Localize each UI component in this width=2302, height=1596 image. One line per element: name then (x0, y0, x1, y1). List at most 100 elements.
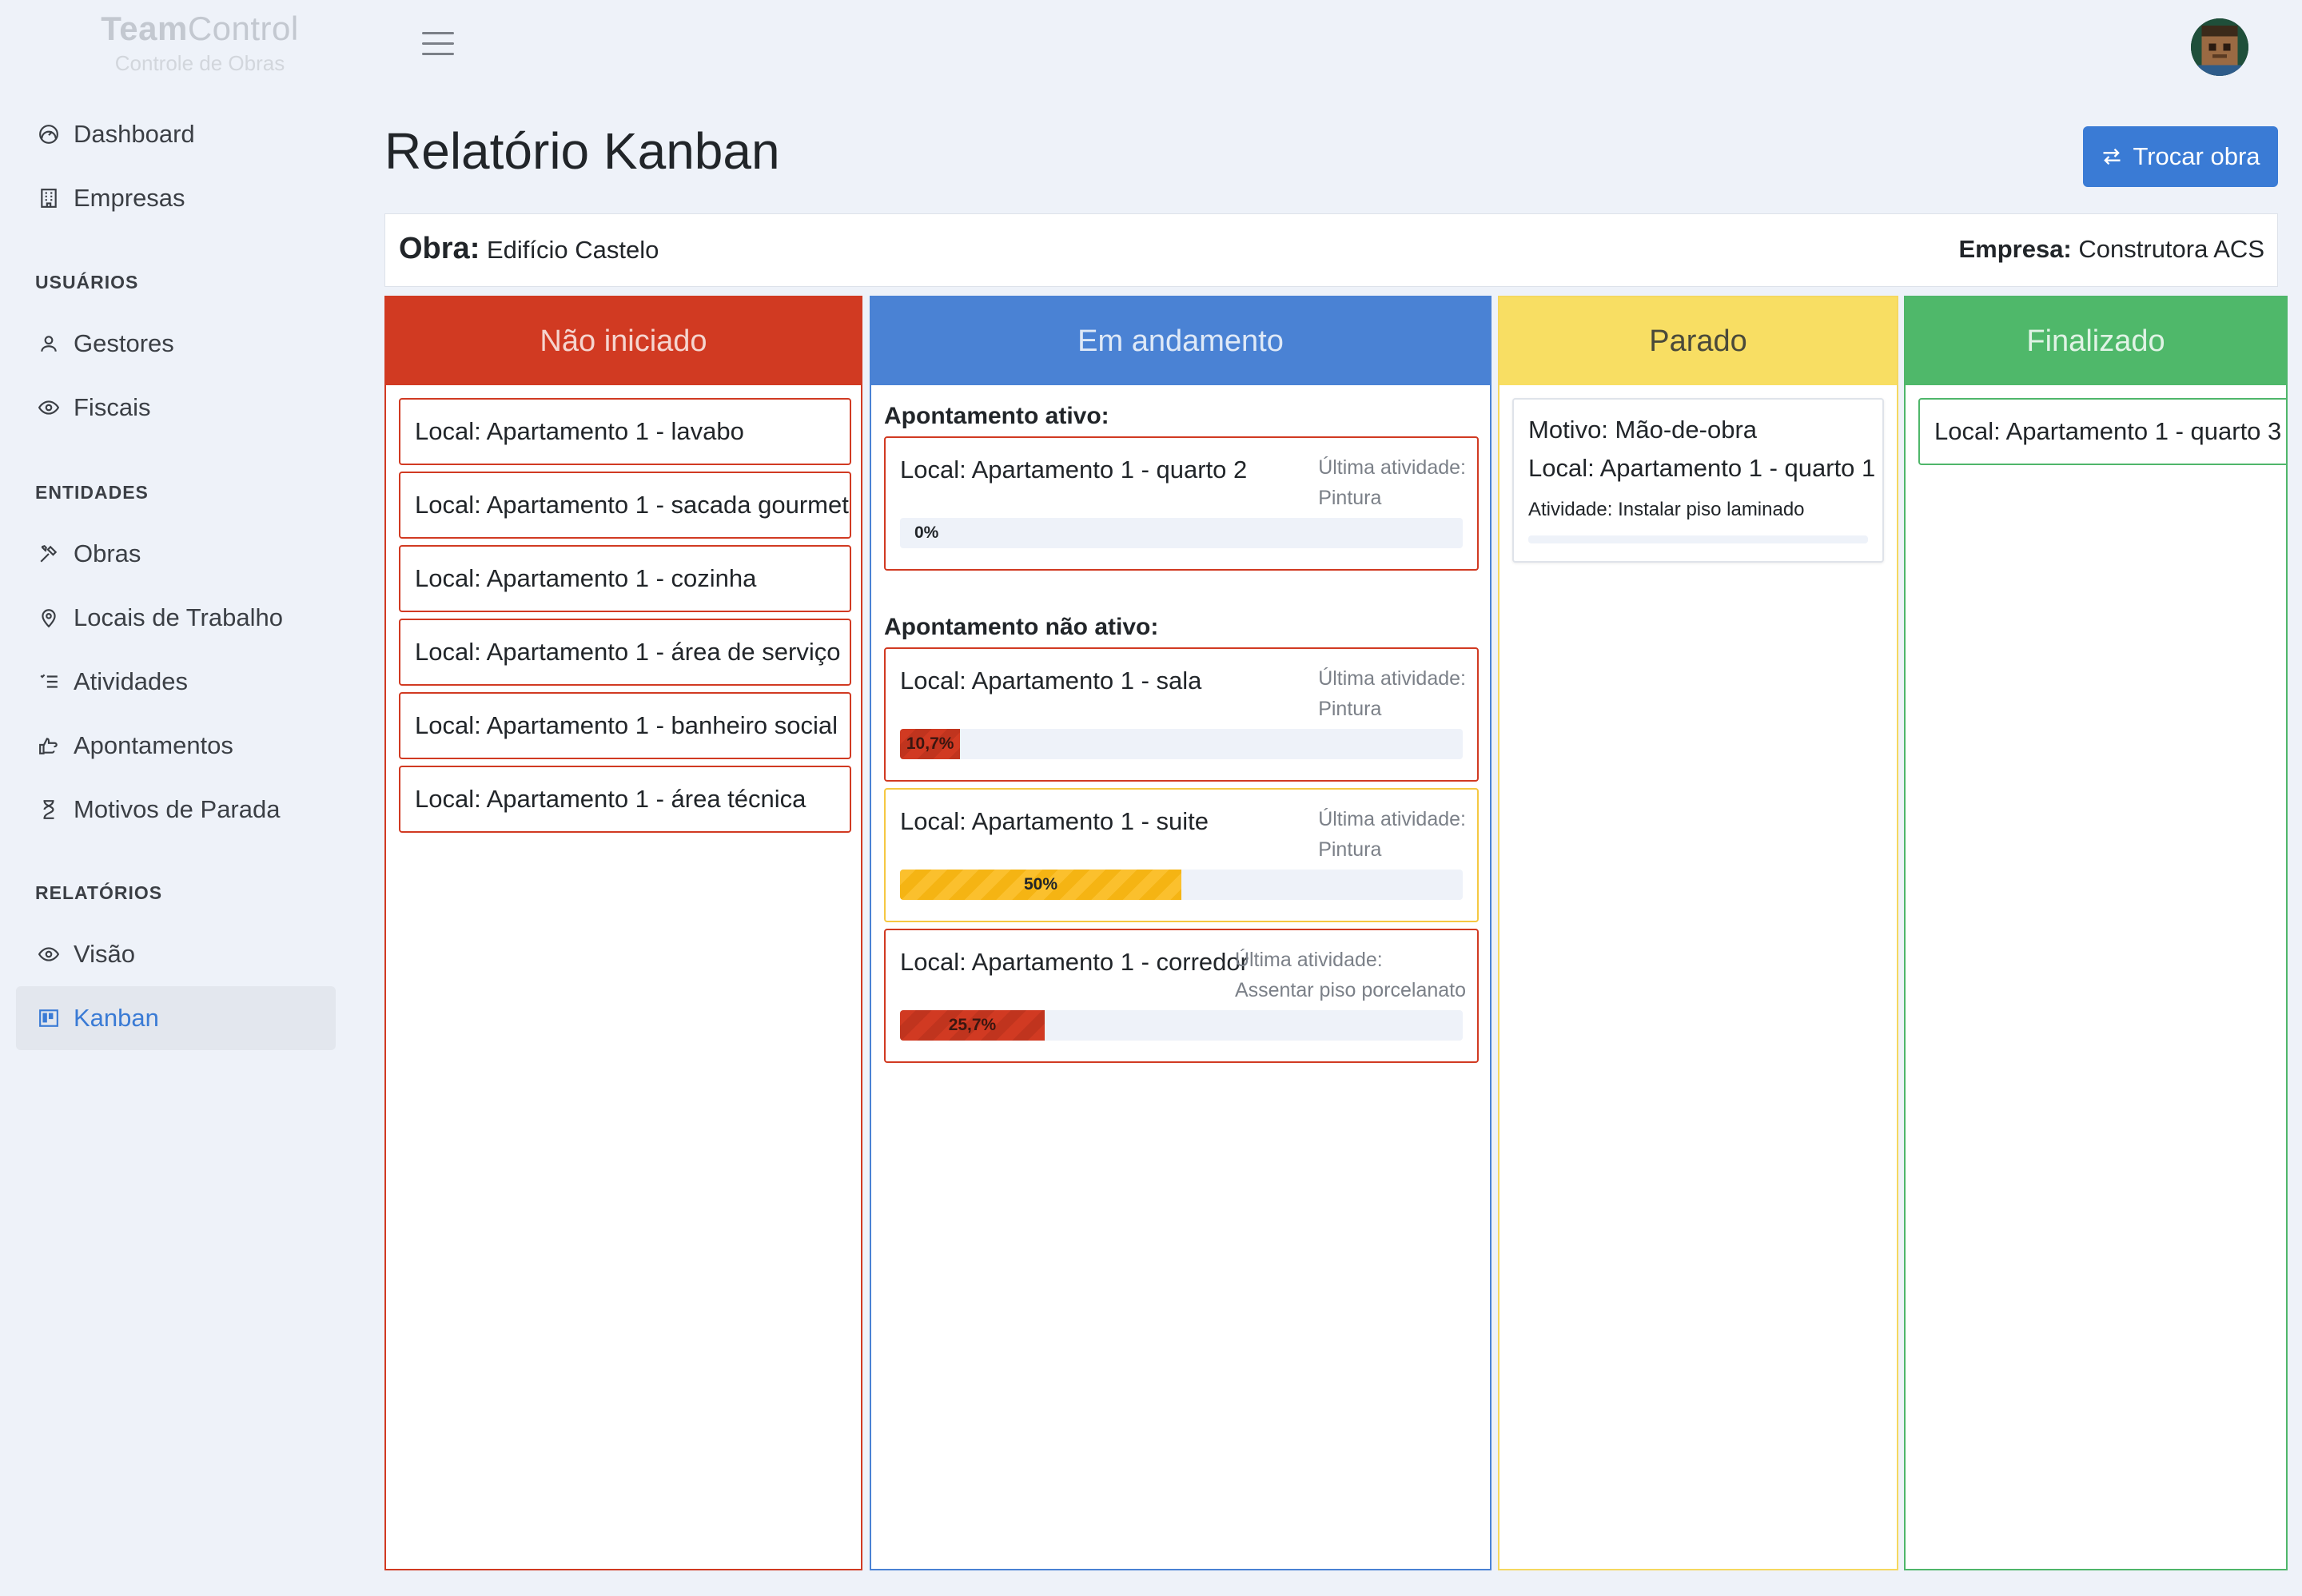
sidebar-item-dashboard[interactable]: Dashboard (16, 102, 336, 166)
sidebar: TeamControl Controle de Obras Dashboard … (0, 0, 352, 1596)
switch-obra-button[interactable]: Trocar obra (2083, 126, 2278, 187)
speedometer-icon (35, 121, 62, 148)
section-header-relatorios: RELATÓRIOS (35, 882, 163, 903)
sidebar-item-visao[interactable]: Visão (16, 922, 336, 986)
list-check-icon (35, 668, 62, 695)
sidebar-item-label: Fiscais (74, 393, 151, 421)
last-activity-value: Assentar piso porcelanato (1234, 979, 1466, 1001)
tools-icon (35, 540, 62, 567)
column-title: Finalizado (1906, 297, 2286, 385)
obra-info-bar: Obra: Edifício Castelo Empresa: Construt… (384, 213, 2278, 287)
swap-arrows-icon (2103, 148, 2121, 165)
progress-fill: 50% (900, 870, 1181, 900)
progress-fill: 10,7% (900, 729, 961, 759)
kanban-card[interactable]: Local: Apartamento 1 - quarto 3 (1918, 398, 2286, 465)
active-section-label: Apontamento ativo: (884, 403, 1109, 429)
progress-bar: 50% (900, 870, 1463, 900)
kanban-card[interactable]: Local: Apartamento 1 - cozinha (399, 545, 851, 612)
kanban-card[interactable]: Local: Apartamento 1 - banheiro social (399, 692, 851, 759)
brand-title: TeamControl (101, 10, 299, 47)
card-activity: Atividade: Instalar piso laminado (1528, 499, 1805, 520)
sidebar-item-gestores[interactable]: Gestores (16, 312, 336, 376)
progress-bar: 25,7% (900, 1010, 1463, 1041)
hand-pointing-icon (35, 732, 62, 759)
last-activity-label: Última atividade: (1318, 456, 1466, 479)
user-avatar[interactable] (2191, 18, 2248, 76)
inactive-section-label: Apontamento não ativo: (884, 614, 1159, 640)
last-activity-value: Pintura (1318, 838, 1382, 861)
kanban-column-em-andamento: Em andamento Apontamento ativo: Local: A… (870, 296, 1492, 1570)
sidebar-item-label: Kanban (74, 1004, 159, 1032)
card-local: Local: Apartamento 1 - suite (900, 807, 1209, 835)
switch-obra-label: Trocar obra (2133, 142, 2260, 170)
obra-info: Obra: Edifício Castelo (399, 232, 659, 266)
section-header-usuarios: USUÁRIOS (35, 272, 139, 293)
progress-bar (1528, 535, 1868, 543)
card-local: Local: Apartamento 1 - quarto 2 (900, 456, 1248, 484)
card-local: Local: Apartamento 1 - quarto 1 (1528, 454, 1876, 482)
map-pin-icon (35, 604, 62, 631)
eye-icon (35, 394, 62, 421)
menu-toggle-icon[interactable] (422, 32, 454, 58)
stopped-card[interactable]: Motivo: Mão-de-obra Local: Apartamento 1… (1512, 398, 1884, 563)
sidebar-item-label: Obras (74, 539, 141, 567)
apontamento-card[interactable]: Local: Apartamento 1 - sala Última ativi… (884, 647, 1479, 782)
last-activity-value: Pintura (1318, 487, 1382, 509)
last-activity: Última atividade: Pintura (1318, 452, 1466, 513)
last-activity: Última atividade: Assentar piso porcelan… (1235, 945, 1466, 1005)
sidebar-item-label: Locais de Trabalho (74, 603, 283, 631)
kanban-column-finalizado: Finalizado Local: Apartamento 1 - quarto… (1904, 296, 2288, 1570)
last-activity-label: Última atividade: (1318, 808, 1466, 830)
apontamento-card[interactable]: Local: Apartamento 1 - corredor Última a… (884, 929, 1479, 1063)
sidebar-item-label: Apontamentos (74, 731, 233, 759)
progress-bar: 0% (900, 518, 1463, 548)
sidebar-item-label: Visão (74, 940, 135, 968)
sidebar-item-label: Empresas (74, 184, 185, 212)
sidebar-item-label: Dashboard (74, 120, 195, 148)
sidebar-item-obras[interactable]: Obras (16, 522, 336, 586)
empresa-label: Empresa: (1958, 235, 2072, 263)
sidebar-item-label: Motivos de Parada (74, 795, 281, 823)
kanban-column-nao-iniciado: Não iniciado Local: Apartamento 1 - lava… (384, 296, 862, 1570)
progress-fill: 25,7% (900, 1010, 1045, 1041)
sidebar-item-empresas[interactable]: Empresas (16, 166, 336, 230)
section-header-entidades: ENTIDADES (35, 482, 149, 503)
sidebar-item-kanban[interactable]: Kanban (16, 986, 336, 1050)
last-activity-value: Pintura (1318, 698, 1382, 720)
column-title: Não iniciado (386, 297, 861, 385)
kanban-icon (35, 1005, 62, 1032)
brand-subtitle: Controle de Obras (114, 51, 285, 75)
empresa-info: Empresa: Construtora ACS (1958, 235, 2264, 264)
stop-reason: Motivo: Mão-de-obra (1528, 416, 1758, 444)
empresa-value: Construtora ACS (2078, 235, 2264, 263)
apontamento-card[interactable]: Local: Apartamento 1 - quarto 2 Última a… (884, 436, 1479, 571)
building-icon (35, 185, 62, 212)
kanban-card[interactable]: Local: Apartamento 1 - sacada gourmet (399, 472, 851, 539)
last-activity: Última atividade: Pintura (1318, 804, 1466, 865)
column-title: Parado (1499, 297, 1897, 385)
kanban-card[interactable]: Local: Apartamento 1 - área de serviço (399, 619, 851, 686)
card-local: Local: Apartamento 1 - corredor (900, 948, 1249, 976)
sidebar-item-locais[interactable]: Locais de Trabalho (16, 586, 336, 650)
column-title: Em andamento (871, 297, 1490, 385)
person-icon (35, 330, 62, 357)
last-activity-label: Última atividade: (1318, 667, 1466, 690)
last-activity: Última atividade: Pintura (1318, 663, 1466, 724)
progress-label: 0% (914, 523, 939, 542)
card-local: Local: Apartamento 1 - sala (900, 667, 1202, 695)
sidebar-item-fiscais[interactable]: Fiscais (16, 376, 336, 440)
obra-value: Edifício Castelo (486, 236, 659, 264)
sidebar-item-label: Gestores (74, 329, 174, 357)
apontamento-card[interactable]: Local: Apartamento 1 - suite Última ativ… (884, 788, 1479, 922)
hourglass-icon (35, 796, 62, 823)
sidebar-item-motivos[interactable]: Motivos de Parada (16, 778, 336, 842)
obra-label: Obra: (399, 232, 480, 265)
sidebar-item-label: Atividades (74, 667, 189, 695)
progress-bar: 10,7% (900, 729, 1463, 759)
brand-logo[interactable]: TeamControl Controle de Obras (0, 10, 400, 76)
kanban-card[interactable]: Local: Apartamento 1 - lavabo (399, 398, 851, 465)
eye-icon (35, 941, 62, 968)
sidebar-item-apontamentos[interactable]: Apontamentos (16, 714, 336, 778)
kanban-card[interactable]: Local: Apartamento 1 - área técnica (399, 766, 851, 833)
sidebar-item-atividades[interactable]: Atividades (16, 650, 336, 714)
